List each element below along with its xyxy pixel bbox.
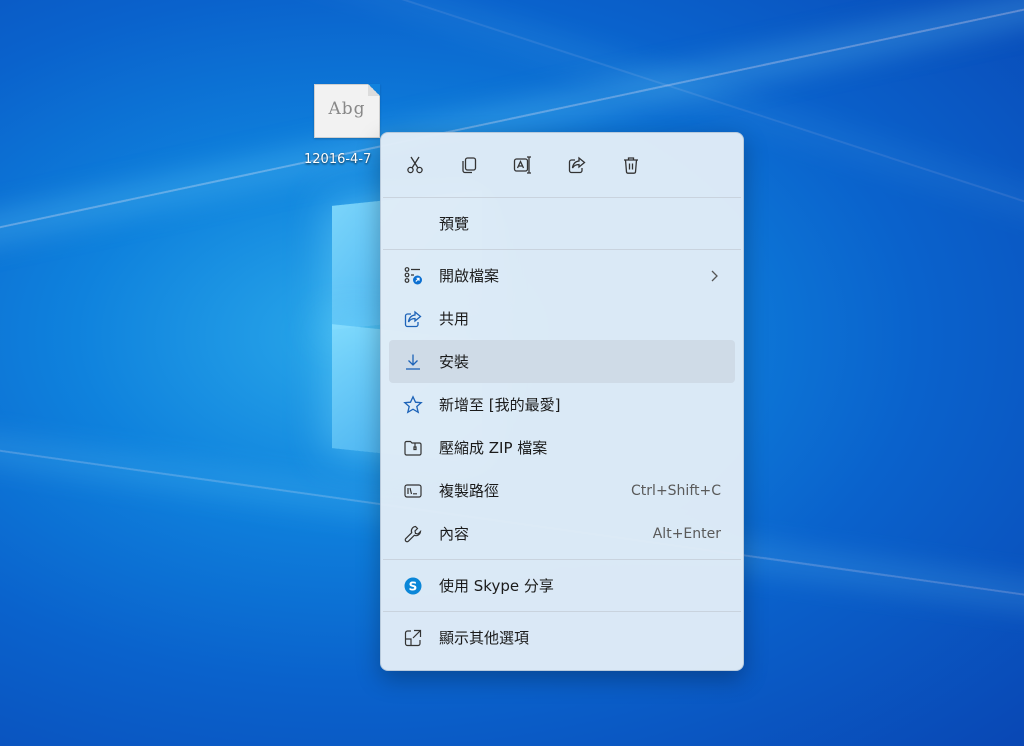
menu-item-preview[interactable]: 預覽 (389, 202, 735, 245)
share-icon (568, 156, 586, 174)
menu-item-label: 顯示其他選項 (439, 629, 530, 647)
star-icon (401, 393, 425, 417)
thumbnail-text: Abg (328, 99, 366, 119)
menu-item-label: 複製路徑 (439, 482, 500, 500)
font-file-thumbnail: Abg (314, 84, 380, 138)
menu-item-compress-zip[interactable]: 壓縮成 ZIP 檔案 (389, 426, 735, 469)
menu-item-copy-path[interactable]: 複製路徑 Ctrl+Shift+C (389, 469, 735, 512)
trash-icon (624, 157, 638, 174)
context-menu: 預覽 開啟檔案 共用 安裝 新增至 [我的最愛] 壓縮成 ZIP 檔案 複製路徑… (380, 132, 744, 671)
share-button[interactable] (561, 149, 593, 181)
delete-button[interactable] (615, 149, 647, 181)
cut-button[interactable] (399, 149, 431, 181)
menu-item-label: 壓縮成 ZIP 檔案 (439, 439, 548, 457)
chevron-right-icon (711, 270, 718, 281)
menu-item-label: 預覽 (439, 215, 470, 233)
menu-item-open-with[interactable]: 開啟檔案 (389, 254, 735, 297)
desktop-file-icon[interactable]: Abg 12016-4-7 (302, 84, 392, 167)
open-with-icon (401, 264, 425, 288)
menu-item-add-to-favorites[interactable]: 新增至 [我的最愛] (389, 383, 735, 426)
menu-item-label: 開啟檔案 (439, 267, 500, 285)
wrench-icon (401, 522, 425, 546)
scissors-icon (407, 156, 423, 174)
menu-item-share-skype[interactable]: S 使用 Skype 分享 (389, 564, 735, 607)
menu-item-label: 共用 (439, 310, 470, 328)
menu-item-label: 內容 (439, 525, 470, 543)
download-icon (401, 350, 425, 374)
copy-button[interactable] (453, 149, 485, 181)
open-external-icon (401, 626, 425, 650)
keyboard-shortcut: Alt+Enter (652, 525, 721, 542)
menu-item-properties[interactable]: 內容 Alt+Enter (389, 512, 735, 555)
svg-text:S: S (409, 579, 418, 593)
share-icon (401, 307, 425, 331)
menu-item-label: 新增至 [我的最愛] (439, 396, 561, 414)
skype-icon: S (401, 574, 425, 598)
menu-item-label: 使用 Skype 分享 (439, 577, 554, 595)
menu-item-share[interactable]: 共用 (389, 297, 735, 340)
rename-button[interactable] (507, 149, 539, 181)
menu-item-install[interactable]: 安裝 (389, 340, 735, 383)
keyboard-shortcut: Ctrl+Shift+C (631, 482, 721, 499)
menu-item-label: 安裝 (439, 353, 470, 371)
copy-icon (462, 157, 477, 174)
menu-item-show-more-options[interactable]: 顯示其他選項 (389, 616, 735, 659)
context-toolbar (381, 133, 743, 197)
zip-folder-icon (401, 436, 425, 460)
desktop[interactable]: Abg 12016-4-7 預覽 開啟檔案 共用 安裝 新增至 [我的最愛] 壓… (0, 0, 1024, 746)
rename-icon (513, 156, 531, 174)
copy-path-icon (401, 479, 425, 503)
file-name: 12016-4-7 (304, 152, 372, 167)
